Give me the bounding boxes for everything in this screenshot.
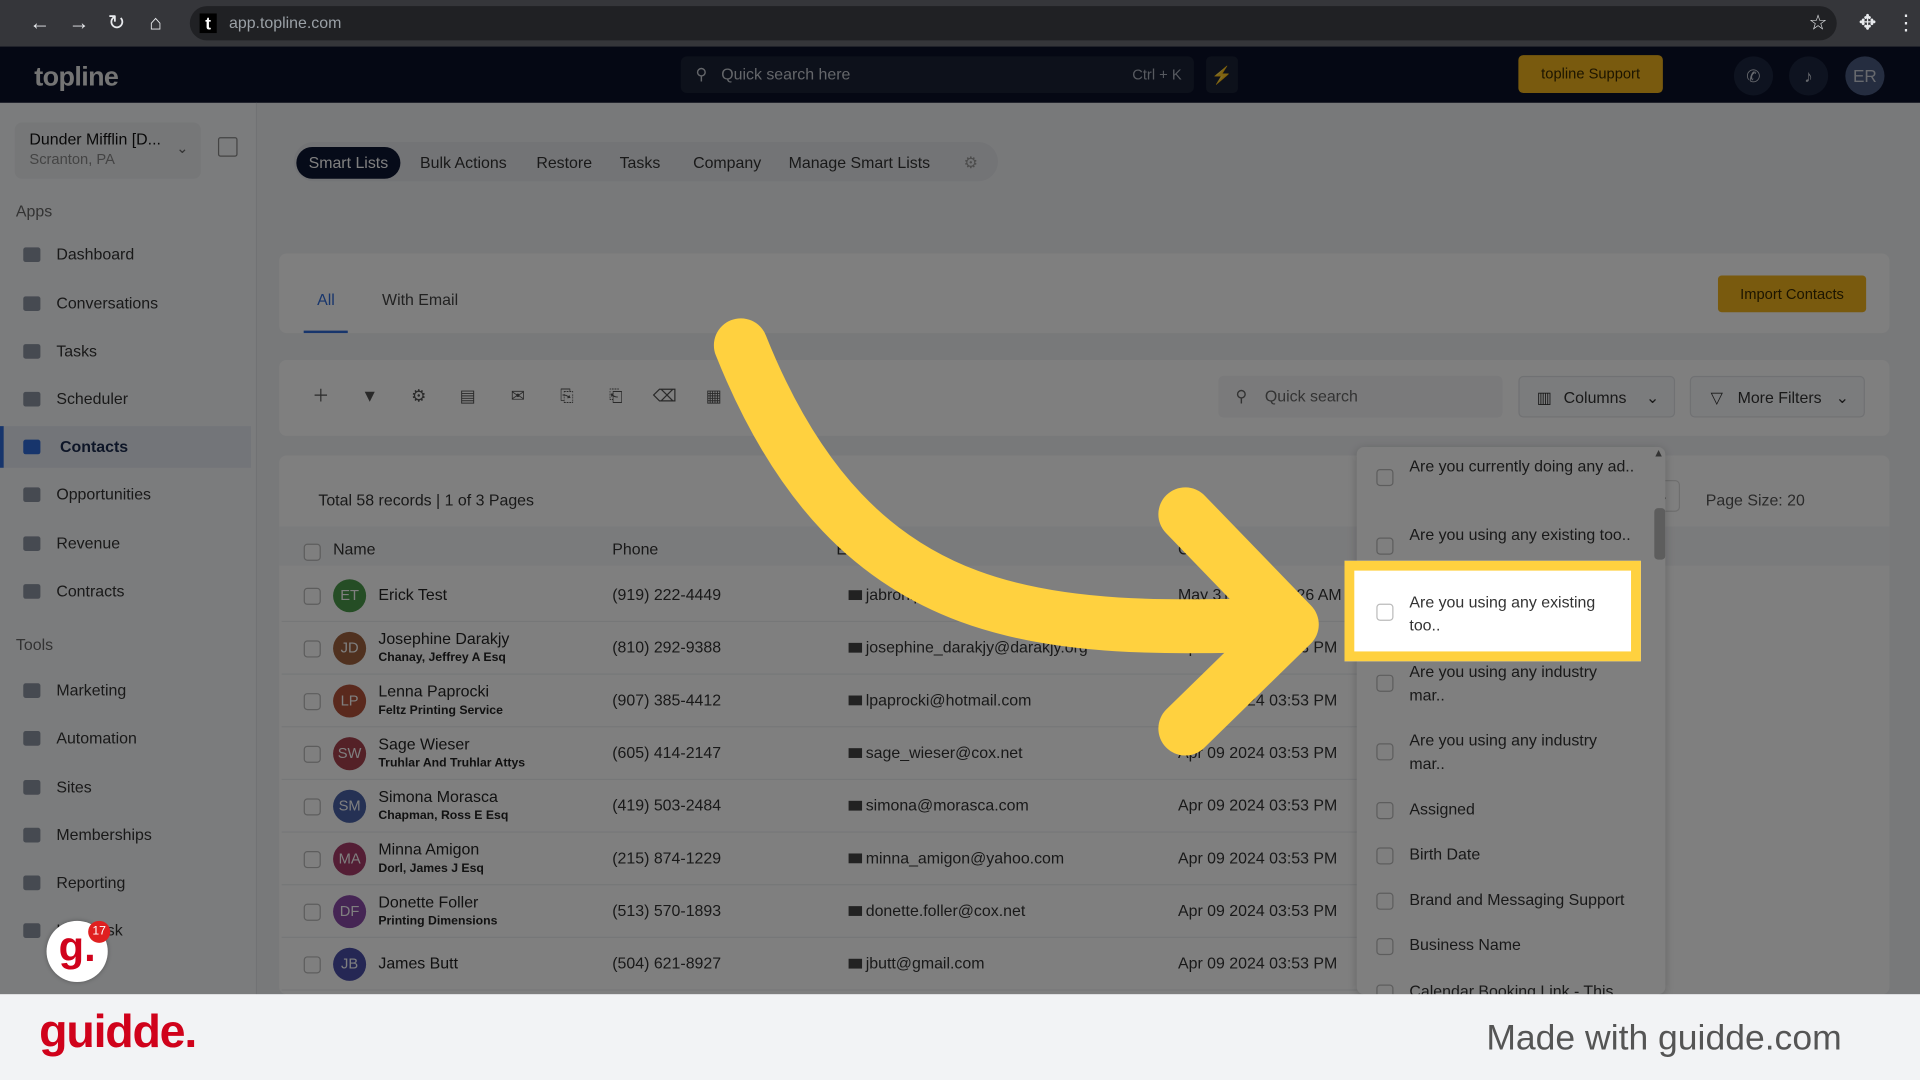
- guidde-footer: guidde. Made with guidde.com: [0, 994, 1920, 1080]
- made-with-text: Made with guidde.com: [1486, 1018, 1842, 1058]
- guidde-logo: guidde.: [39, 1006, 197, 1058]
- badge-count: 17: [88, 920, 111, 943]
- guide-arrow: [713, 318, 1319, 756]
- arrow-curve: [713, 318, 1313, 654]
